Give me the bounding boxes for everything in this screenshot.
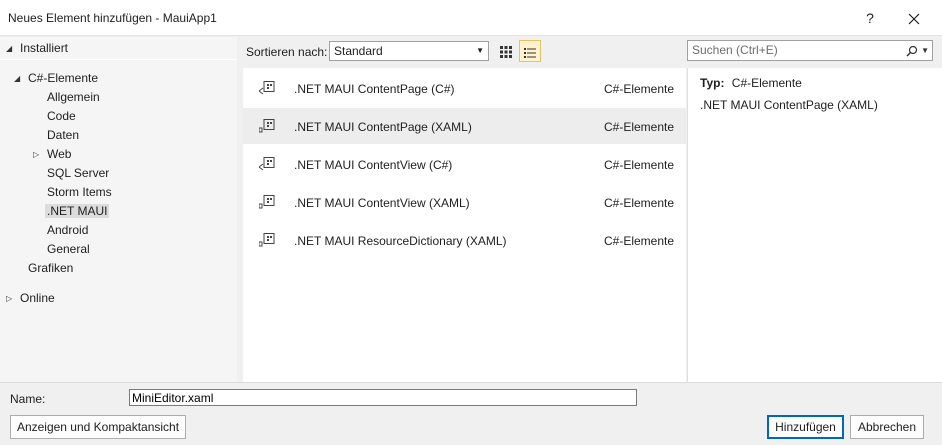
tree-node-csharp[interactable]: ◢ C#-Elemente <box>14 69 98 88</box>
expanded-arrow-icon: ◢ <box>14 74 21 83</box>
footer-divider <box>0 382 942 383</box>
close-button[interactable] <box>902 7 926 29</box>
sort-value: Standard <box>334 44 383 58</box>
template-item[interactable]: .NET MAUI ContentView (C#) C#-Elemente <box>243 146 686 182</box>
template-category: C#-Elemente <box>604 120 675 134</box>
template-category: C#-Elemente <box>604 82 675 96</box>
grid-view-icon <box>500 45 512 58</box>
template-category: C#-Elemente <box>604 158 675 172</box>
add-button[interactable]: Hinzufügen <box>767 415 844 439</box>
tree-node-storm-items[interactable]: Storm Items <box>47 183 112 202</box>
xaml-template-icon <box>259 195 275 209</box>
csharp-template-icon <box>259 81 275 95</box>
tree-node-sql-server[interactable]: SQL Server <box>47 164 109 183</box>
details-type: Typ: C#-Elemente <box>700 76 802 90</box>
template-item[interactable]: .NET MAUI ContentView (XAML) C#-Elemente <box>243 184 686 220</box>
sort-dropdown[interactable]: Standard ▼ <box>329 41 489 61</box>
expanded-arrow-icon: ◢ <box>6 44 13 53</box>
template-item[interactable]: .NET MAUI ResourceDictionary (XAML) C#-E… <box>243 222 686 258</box>
template-category: C#-Elemente <box>604 234 675 248</box>
template-name: .NET MAUI ContentPage (C#) <box>294 82 455 96</box>
cancel-button[interactable]: Abbrechen <box>850 415 924 439</box>
collapsed-arrow-icon: ▷ <box>6 294 13 303</box>
template-name: .NET MAUI ResourceDictionary (XAML) <box>294 234 507 248</box>
xaml-template-icon <box>259 233 275 247</box>
template-item[interactable]: .NET MAUI ContentPage (C#) C#-Elemente <box>243 70 686 106</box>
tree-node-online[interactable]: ▷ Online <box>6 289 55 308</box>
details-type-label: Typ: <box>700 76 725 90</box>
sort-label: Sortieren nach: <box>246 45 328 59</box>
template-name: .NET MAUI ContentPage (XAML) <box>294 120 472 134</box>
help-button[interactable]: ? <box>860 7 880 29</box>
template-category: C#-Elemente <box>604 196 675 210</box>
collapsed-arrow-icon: ▷ <box>33 150 40 159</box>
template-name: .NET MAUI ContentView (C#) <box>294 158 453 172</box>
list-view-icon <box>524 47 536 58</box>
search-placeholder: Suchen (Ctrl+E) <box>692 43 778 57</box>
window-title: Neues Element hinzufügen - MauiApp1 <box>8 11 217 25</box>
details-type-value: C#-Elemente <box>731 76 802 90</box>
tree-node-code[interactable]: Code <box>47 107 76 126</box>
tree-node-net-maui[interactable]: .NET MAUI <box>45 202 110 221</box>
tree-node-web[interactable]: ▷ Web <box>33 145 71 164</box>
tree-node-general[interactable]: General <box>47 240 90 259</box>
close-icon <box>908 13 920 25</box>
tree-node-allgemein[interactable]: Allgemein <box>47 88 100 107</box>
tree-divider <box>0 59 237 60</box>
template-name: .NET MAUI ContentView (XAML) <box>294 196 470 210</box>
tree-node-grafiken[interactable]: Grafiken <box>28 259 73 278</box>
details-pane: Typ: C#-Elemente .NET MAUI ContentPage (… <box>687 68 942 382</box>
csharp-template-icon <box>259 157 275 171</box>
title-bar: Neues Element hinzufügen - MauiApp1 ? <box>0 0 942 36</box>
details-description: .NET MAUI ContentPage (XAML) <box>700 98 878 112</box>
chevron-down-icon: ▼ <box>476 46 484 55</box>
search-icon[interactable] <box>906 41 918 60</box>
name-label: Name: <box>10 392 46 406</box>
template-item[interactable]: .NET MAUI ContentPage (XAML) C#-Elemente <box>243 108 686 144</box>
tree-node-android[interactable]: Android <box>47 221 88 240</box>
compact-view-button[interactable]: Anzeigen und Kompaktansicht <box>10 415 186 439</box>
category-tree: ◢ Installiert ◢ C#-Elemente Allgemein Co… <box>0 37 237 382</box>
template-list: .NET MAUI ContentPage (C#) C#-Elemente .… <box>243 68 686 382</box>
name-field[interactable] <box>129 389 637 406</box>
xaml-template-icon <box>259 119 275 133</box>
grid-view-button[interactable] <box>495 40 517 62</box>
chevron-down-icon[interactable]: ▼ <box>921 41 929 60</box>
list-view-button[interactable] <box>519 40 541 62</box>
tree-node-daten[interactable]: Daten <box>47 126 79 145</box>
tree-node-installed[interactable]: ◢ Installiert <box>6 39 68 58</box>
search-input[interactable]: Suchen (Ctrl+E) ▼ <box>687 40 933 61</box>
